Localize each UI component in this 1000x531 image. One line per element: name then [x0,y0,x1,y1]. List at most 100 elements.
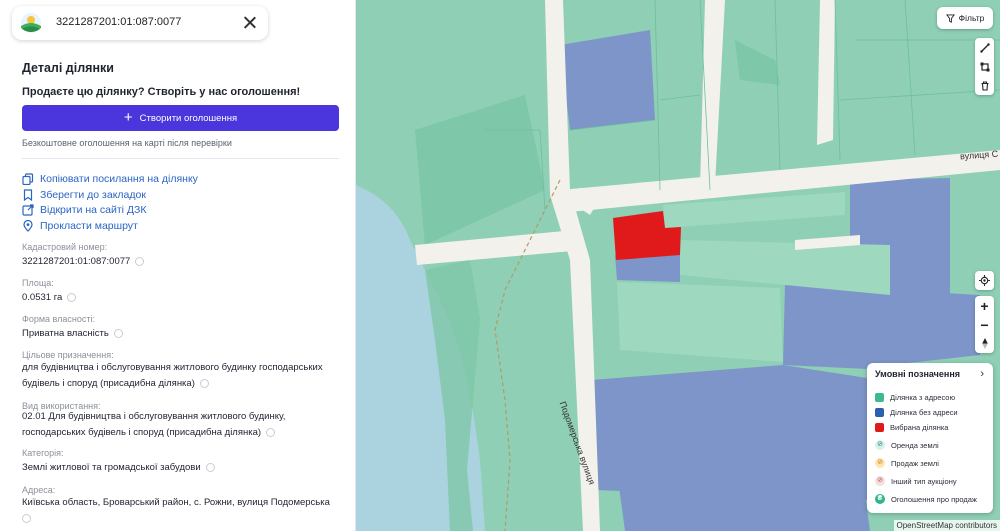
parcel[interactable] [735,40,780,85]
map-view[interactable]: Подомерська вулиця вулиця С Фільтр + − У… [355,0,1000,531]
zoom-out-button[interactable]: − [975,315,994,334]
category-text: Землі житлової та громадської забудови [22,462,201,473]
info-icon[interactable] [135,256,145,266]
compass-button[interactable] [975,334,994,353]
info-icon[interactable] [67,292,77,302]
info-icon[interactable] [205,462,215,472]
legend-item: ₴ Оголошення про продаж [875,493,977,505]
legend-label: Інший тип аукціону [891,476,957,486]
info-icon[interactable] [22,513,31,523]
locate-button[interactable] [975,271,994,290]
legend-label: Вибрана ділянка [890,422,949,432]
map-legend: Умовні позначення › Ділянка з адресою Ді… [867,363,993,513]
road [817,0,835,145]
zoom-controls: + − [975,296,994,353]
measure-area-tool[interactable] [975,57,994,76]
legend-title: Умовні позначення [875,369,961,379]
search-input[interactable]: 3221287201:01:087:0077 [56,16,181,28]
zoom-in-button[interactable]: + [975,296,994,315]
cadastral-label: Кадастровий номер: [22,242,108,252]
area-value: 0.0531 га [22,290,342,306]
map-attribution[interactable]: OpenStreetMap contributors [893,520,1000,531]
location-pin-icon [23,220,33,232]
filter-label: Фільтр [958,13,985,23]
purpose-line: будівель і споруд (присадибна ділянка) [22,378,195,389]
cadastral-value: 3221287201:01:087:0077 [22,254,342,270]
line-tool-icon [979,42,990,53]
purpose-line: для будівництва і обслуговування житлово… [22,362,323,373]
divider [22,158,339,159]
trash-icon [981,80,988,91]
purpose-label: Цільове призначення: [22,350,114,360]
cadastral-number: 3221287201:01:087:0077 [22,256,131,267]
purpose-value: для будівництва і обслуговування житлово… [22,360,342,392]
bookmark-icon [23,189,33,201]
legend-label: Продаж землі [891,458,939,468]
usage-line: господарських будівель і споруд (присади… [22,427,262,438]
legend-label: Ділянка з адресою [890,392,956,402]
external-link-icon [22,204,34,216]
area-label: Площа: [22,278,54,288]
legend-swatch [875,407,884,417]
legend-item: Ділянка з адресою [875,391,955,403]
auction-icon: ⊘ [875,476,885,486]
ownership-text: Приватна власність [22,328,109,339]
measure-line-tool[interactable] [975,38,994,57]
info-icon[interactable] [199,378,209,388]
usage-value: 02.01 Для будівництва і обслуговування ж… [22,409,342,441]
parcel-no-address[interactable] [890,290,980,365]
legend-swatch [875,422,884,432]
purpose-line-wrap: будівель і споруд (присадибна ділянка) [22,376,342,392]
rent-icon: ⊘ [875,440,885,450]
parcel[interactable] [415,95,545,245]
info-icon[interactable] [266,427,276,437]
filter-button[interactable]: Фільтр [937,7,993,29]
legend-swatch [875,392,884,402]
parcel-no-address[interactable] [610,420,870,531]
delete-tool[interactable] [975,76,994,95]
address-value: Київська область, Броварський район, с. … [22,495,342,527]
sale-icon: ⊘ [875,458,885,468]
parcel[interactable] [617,282,783,362]
open-dzk-action[interactable]: Відкрити на сайті ДЗК [22,203,147,217]
crosshair-icon [979,275,990,286]
listing-icon: ₴ [875,494,885,504]
copy-link-label: Копіювати посилання на ділянку [40,173,198,185]
parcel-no-address[interactable] [560,30,655,130]
parcel-no-address[interactable] [783,285,890,370]
category-value: Землі житлової та громадської забудови [22,460,342,476]
chevron-right-icon[interactable]: › [980,368,984,380]
legend-item: Вибрана ділянка [875,421,948,433]
search-card[interactable]: 3221287201:01:087:0077 [12,6,268,40]
address-label: Адреса: [22,485,56,495]
section-title: Деталі ділянки [22,61,114,75]
legend-label: Ділянка без адреси [890,407,958,417]
plus-icon: + [123,108,133,126]
legend-item: ⊘ Інший тип аукціону [875,475,957,487]
usage-line: 02.01 Для будівництва і обслуговування ж… [22,411,286,422]
sell-question: Продаєте цю ділянку? Створіть у нас огол… [22,86,301,98]
draw-tools [975,38,994,95]
area-number: 0.0531 га [22,292,63,303]
legend-label: Оренда землі [891,440,939,450]
create-listing-label: Створити оголошення [139,112,238,124]
open-dzk-label: Відкрити на сайті ДЗК [40,204,147,216]
bookmark-action[interactable]: Зберегти до закладок [22,188,146,202]
copy-icon [22,173,34,185]
road [700,0,725,188]
route-action[interactable]: Прокласти маршрут [22,219,138,233]
bookmark-label: Зберегти до закладок [40,189,146,201]
close-icon[interactable] [240,13,260,33]
legend-item: ⊘ Оренда землі [875,439,939,451]
info-icon[interactable] [113,328,123,338]
create-listing-button[interactable]: + Створити оголошення [22,105,339,131]
logo-icon [21,13,41,33]
ownership-value: Приватна власність [22,326,342,342]
copy-link-action[interactable]: Копіювати посилання на ділянку [22,172,198,186]
parcel-details-panel: 3221287201:01:087:0077 Деталі ділянки Пр… [0,0,356,531]
free-listing-note: Безкоштовне оголошення на карті після пе… [22,138,232,148]
address-text: Київська область, Броварський район, с. … [22,497,330,508]
compass-icon [981,338,988,349]
usage-line-wrap: господарських будівель і споруд (присади… [22,425,342,441]
legend-item: ⊘ Продаж землі [875,457,939,469]
